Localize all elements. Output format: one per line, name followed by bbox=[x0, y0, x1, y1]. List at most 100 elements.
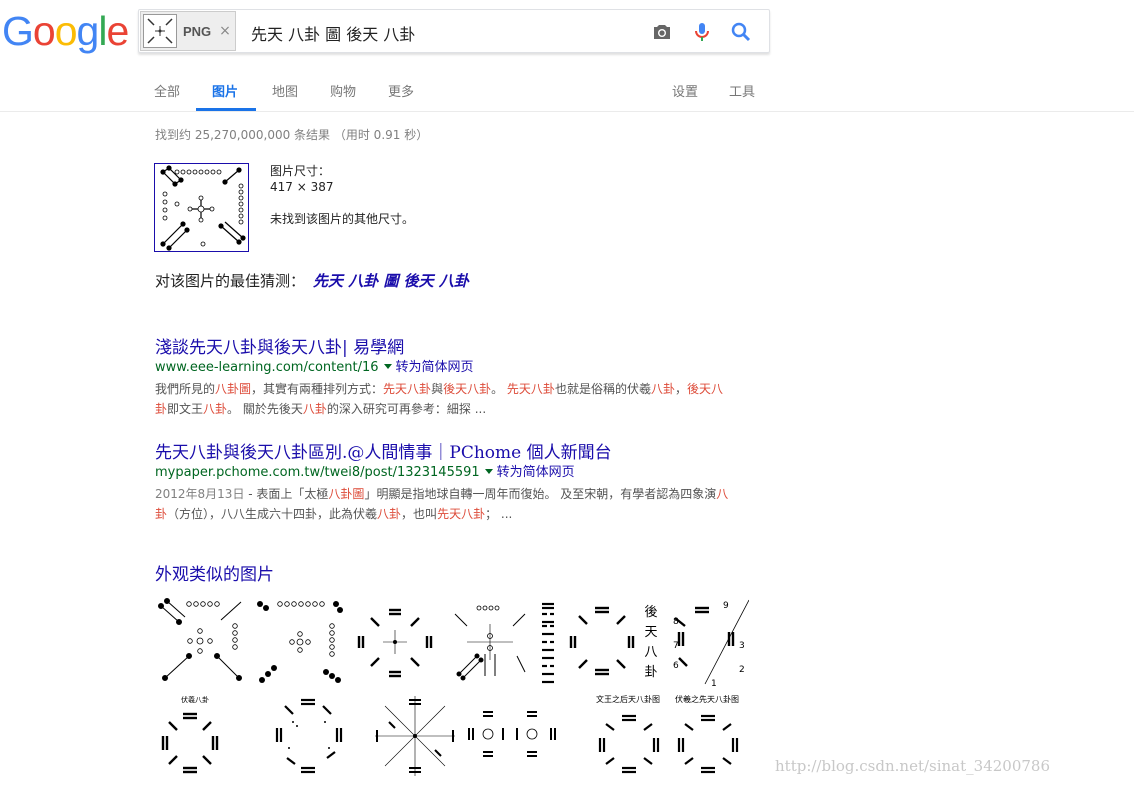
logo-letter: e bbox=[106, 8, 129, 54]
caption-text: 伏羲之先天八卦图 bbox=[675, 694, 739, 704]
google-logo[interactable]: Google bbox=[2, 8, 129, 54]
chip-label: PNG bbox=[183, 23, 212, 39]
logo-letter: o bbox=[32, 8, 56, 54]
svg-text:9: 9 bbox=[723, 601, 729, 611]
snippet-text: 的深入研究可再參考：細探 ... bbox=[326, 402, 487, 416]
no-other-sizes: 未找到该图片的其他尺寸。 bbox=[270, 212, 415, 226]
best-guess: 对该图片的最佳猜测： 先天 八卦 圖 後天 八卦 bbox=[155, 270, 469, 291]
snippet-text: ， bbox=[674, 382, 687, 396]
snippet-highlight: 八 bbox=[716, 487, 729, 501]
snippet-highlight: 後天八卦 bbox=[443, 382, 492, 396]
caption-text: 八 bbox=[644, 645, 657, 660]
similar-image[interactable]: 伏羲八卦 bbox=[155, 692, 225, 780]
snippet-text: 即文王 bbox=[167, 402, 204, 416]
snippet-highlight: 八卦 bbox=[650, 382, 675, 396]
image-info: 图片尺寸： 417 × 387 未找到该图片的其他尺寸。 bbox=[270, 163, 414, 227]
result-date: 2012年8月13日 bbox=[155, 487, 245, 501]
result-title[interactable]: 淺談先天八卦與後天八卦| 易學網 bbox=[155, 337, 775, 359]
camera-icon[interactable] bbox=[650, 20, 674, 44]
best-guess-link[interactable]: 先天 八卦 圖 後天 八卦 bbox=[313, 272, 469, 290]
result-url-line: mypaper.pchome.com.tw/twei8/post/1323145… bbox=[155, 464, 775, 482]
result-snippet: 我們所見的八卦圖，其實有兩種排列方式：先天八卦與後天八卦。 先天八卦也就是俗稱的… bbox=[155, 379, 775, 419]
similar-image[interactable]: 伏羲之先天八卦图 bbox=[671, 692, 749, 778]
snippet-text: （方位），八八生成六十四卦，此為伏羲 bbox=[167, 507, 378, 521]
snippet-highlight: 卦 bbox=[155, 402, 168, 416]
tab-tools[interactable]: 工具 bbox=[729, 81, 755, 100]
active-tab-indicator bbox=[196, 108, 256, 111]
snippet-highlight: 先天八卦 bbox=[506, 382, 555, 396]
logo-letter: G bbox=[2, 8, 34, 54]
snippet-highlight: 八卦 bbox=[203, 402, 228, 416]
result-snippet: 2012年8月13日 - 表面上「太極八卦圖」明顯是指地球自轉一周年而復始。 及… bbox=[155, 484, 775, 524]
result-url-line: www.eee-learning.com/content/16 转为简体网页 bbox=[155, 359, 775, 377]
search-result: 淺談先天八卦與後天八卦| 易學網 www.eee-learning.com/co… bbox=[155, 337, 775, 419]
snippet-highlight: 八卦 bbox=[302, 402, 327, 416]
tab-more[interactable]: 更多 bbox=[388, 81, 414, 100]
watermark: http://blog.csdn.net/sinat_34200786 bbox=[775, 757, 1051, 775]
snippet-text: 與 bbox=[431, 382, 444, 396]
translate-link[interactable]: 转为简体网页 bbox=[497, 465, 575, 480]
close-icon[interactable]: × bbox=[219, 23, 231, 39]
image-size-label: 图片尺寸： bbox=[270, 164, 331, 178]
similar-image[interactable] bbox=[353, 596, 437, 688]
similar-image[interactable] bbox=[252, 596, 348, 688]
snippet-highlight: 後天八 bbox=[686, 382, 723, 396]
tab-all[interactable]: 全部 bbox=[154, 81, 180, 100]
dropdown-arrow-icon[interactable] bbox=[383, 364, 392, 369]
result-url: mypaper.pchome.com.tw/twei8/post/1323145… bbox=[155, 465, 480, 480]
result-title[interactable]: 先天八卦與後天八卦區別.@人間情事｜PChome 個人新聞台 bbox=[155, 442, 775, 464]
snippet-text: ； ... bbox=[485, 507, 513, 521]
similar-images-heading[interactable]: 外观类似的图片 bbox=[155, 560, 274, 585]
similar-image[interactable] bbox=[567, 596, 637, 688]
similar-image[interactable] bbox=[267, 692, 357, 780]
dropdown-arrow-icon[interactable] bbox=[484, 469, 493, 474]
translate-link[interactable]: 转为简体网页 bbox=[396, 360, 474, 375]
search-box[interactable]: PNG × 先天 八卦 圖 後天 八卦 bbox=[138, 9, 770, 53]
similar-image[interactable] bbox=[447, 596, 533, 688]
similar-image[interactable] bbox=[465, 706, 563, 776]
svg-text:8: 8 bbox=[673, 617, 679, 627]
tab-settings[interactable]: 设置 bbox=[672, 81, 698, 100]
svg-text:3: 3 bbox=[739, 641, 745, 651]
best-guess-label: 对该图片的最佳猜测： bbox=[155, 272, 306, 290]
similar-image[interactable] bbox=[539, 600, 557, 686]
snippet-text: ，其實有兩種排列方式： bbox=[251, 382, 384, 396]
caption-text: 文王之后天八卦图 bbox=[596, 694, 660, 704]
snippet-text: 」明顯是指地球自轉一周年而復始。 及至宋朝，有學者認為四象演 bbox=[364, 487, 717, 501]
snippet-highlight: 先天八卦 bbox=[437, 507, 486, 521]
search-result: 先天八卦與後天八卦區別.@人間情事｜PChome 個人新聞台 mypaper.p… bbox=[155, 442, 775, 524]
similar-image[interactable]: 9 8 7 3 2 6 1 bbox=[665, 596, 750, 689]
caption-text: 後 bbox=[644, 605, 657, 620]
header: Google PNG × 先天 八卦 圖 後天 八卦 全部 图片 地图 购物 更… bbox=[0, 0, 1134, 112]
similar-images-grid: 後 天 八 卦 9 8 7 3 2 6 1 伏羲八卦 文王之后天八卦图 伏羲之先天八卦图 bbox=[155, 596, 755, 781]
similar-image[interactable] bbox=[155, 596, 245, 688]
snippet-text: 。 bbox=[491, 382, 507, 396]
logo-letter: l bbox=[98, 8, 107, 54]
chip-thumbnail bbox=[143, 14, 177, 48]
image-chip[interactable]: PNG × bbox=[140, 11, 236, 51]
svg-text:7: 7 bbox=[673, 641, 679, 651]
similar-image[interactable] bbox=[369, 692, 461, 780]
tab-maps[interactable]: 地图 bbox=[272, 81, 298, 100]
search-query[interactable]: 先天 八卦 圖 後天 八卦 bbox=[251, 21, 415, 45]
search-icon[interactable] bbox=[729, 20, 753, 44]
logo-letter: g bbox=[76, 8, 100, 54]
tab-images[interactable]: 图片 bbox=[212, 81, 238, 100]
nav-tabs: 全部 图片 地图 购物 更多 设置 工具 bbox=[0, 75, 1134, 112]
snippet-highlight: 八卦圖 bbox=[328, 487, 365, 501]
similar-image[interactable]: 後 天 八 卦 bbox=[643, 602, 659, 682]
result-url: www.eee-learning.com/content/16 bbox=[155, 360, 379, 375]
mic-icon[interactable] bbox=[690, 20, 714, 44]
result-stats: 找到约 25,270,000,000 条结果 （用时 0.91 秒） bbox=[155, 128, 429, 142]
image-size-value: 417 × 387 bbox=[270, 180, 334, 194]
page: Google PNG × 先天 八卦 圖 後天 八卦 全部 图片 地图 购物 更… bbox=[0, 0, 1134, 786]
snippet-text: - 表面上「太極 bbox=[244, 487, 329, 501]
svg-text:1: 1 bbox=[711, 679, 717, 688]
snippet-highlight: 先天八卦 bbox=[383, 382, 432, 396]
similar-image[interactable]: 文王之后天八卦图 bbox=[590, 692, 670, 778]
tab-shopping[interactable]: 购物 bbox=[330, 81, 356, 100]
snippet-highlight: 卦 bbox=[155, 507, 168, 521]
snippet-text: 。 關於先後天 bbox=[227, 402, 303, 416]
caption-text: 卦 bbox=[644, 665, 657, 680]
query-image-thumbnail[interactable] bbox=[154, 163, 249, 252]
